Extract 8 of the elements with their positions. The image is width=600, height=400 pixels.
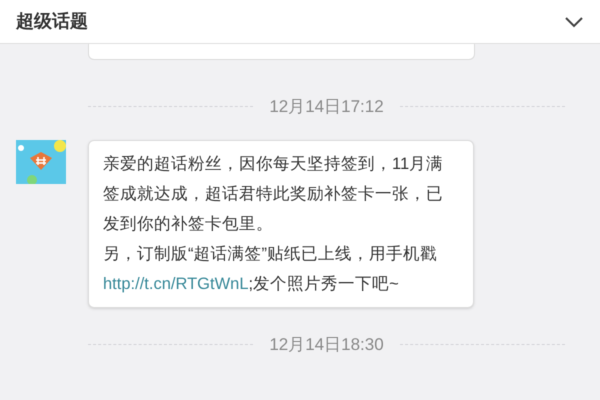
message-text: 亲爱的超话粉丝，因你每天坚持签到，11月满签成就达成，超话君特此奖励补签卡一张，已发到你的补签卡包里。	[103, 154, 444, 234]
chevron-down-icon[interactable]	[564, 16, 584, 28]
avatar-icon[interactable]	[16, 140, 66, 184]
message-text: 另，订制版“超话满签”贴纸已上线，用手机戳 http://t.cn/RTGtWnL;发个照片秀一下吧~	[103, 244, 438, 294]
message-link[interactable]: http://t.cn/RTGtWnL	[103, 274, 248, 292]
timestamp: 12月14日17:12	[269, 96, 384, 118]
page-title: 超级话题	[16, 10, 88, 33]
timestamp: 12月14日18:30	[269, 334, 384, 356]
